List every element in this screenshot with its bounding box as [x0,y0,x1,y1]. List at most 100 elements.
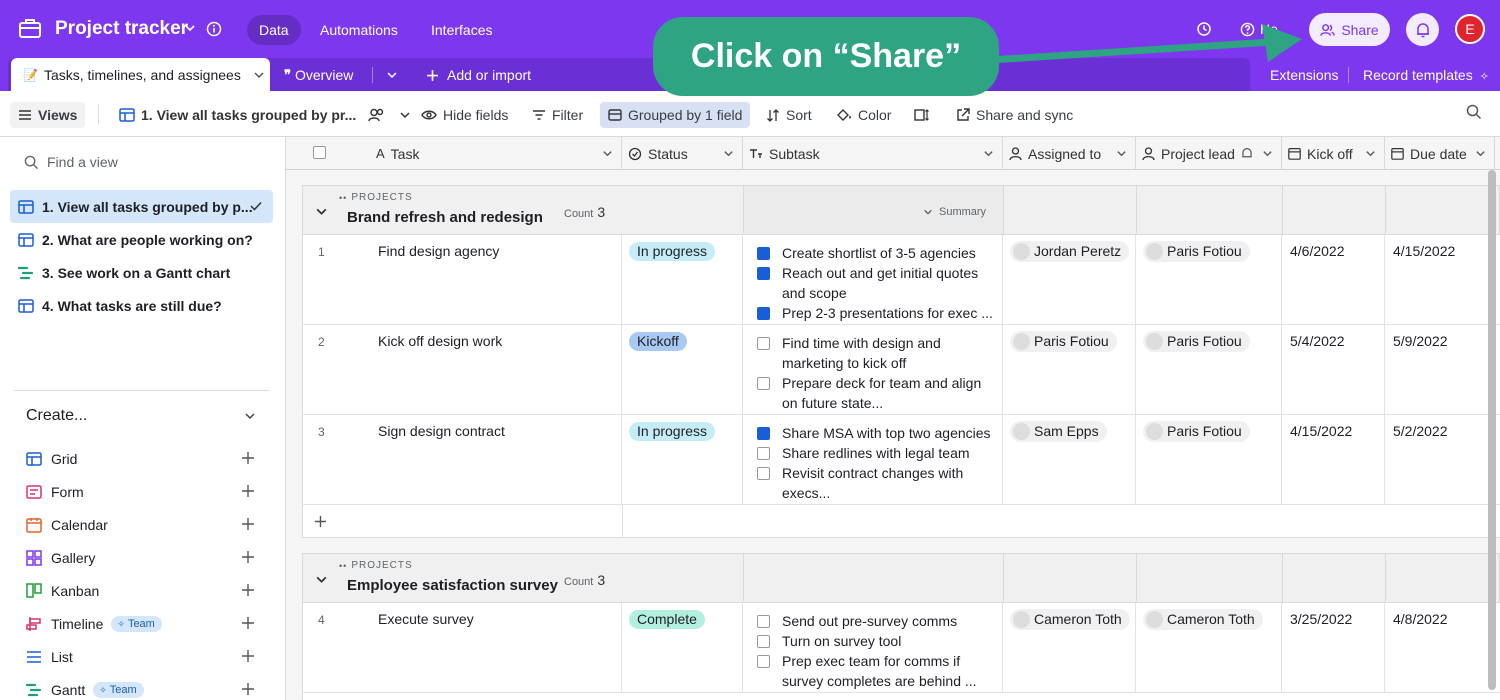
kickoff-cell[interactable]: 4/15/2022 [1282,415,1385,505]
chevron-down-icon[interactable] [244,410,256,422]
nav-tab-automations[interactable]: Automations [308,15,410,45]
user-chip[interactable]: Jordan Peretz [1010,241,1130,262]
tab-overview[interactable]: ❞ Overview [284,67,353,83]
kickoff-cell[interactable]: 4/6/2022 [1282,235,1385,325]
kickoff-cell[interactable]: 3/25/2022 [1282,603,1385,693]
task-cell[interactable]: 2 Kick off design work [303,325,622,415]
column-header-assigned-to[interactable]: Assigned to [1003,137,1136,170]
subtask-cell[interactable]: Share MSA with top two agencies Share re… [743,415,1003,505]
status-cell[interactable]: In progress [622,415,743,505]
group-header[interactable]: •• PROJECTS Brand refresh and redesign C… [302,185,1500,235]
due-date-cell[interactable]: 5/9/2022 [1385,325,1500,415]
table-row[interactable]: 4 Execute survey Complete Send out pre-s… [302,603,1500,693]
subtask-cell[interactable]: Create shortlist of 3-5 agencies Reach o… [743,235,1003,325]
chevron-down-icon[interactable] [1365,148,1376,159]
share-and-sync-button[interactable]: Share and sync [956,102,1073,128]
extensions-button[interactable]: Extensions [1270,67,1338,83]
nav-tab-data[interactable]: Data [247,15,301,45]
assigned-cell[interactable]: Paris Fotiou [1003,325,1136,415]
chevron-down-icon[interactable] [1262,148,1273,159]
kickoff-cell[interactable]: 5/4/2022 [1282,325,1385,415]
hide-fields-button[interactable]: Hide fields [421,102,508,128]
group-header[interactable]: •• PROJECTS Employee satisfaction survey… [302,553,1500,603]
checkbox-unchecked[interactable] [757,615,770,628]
checkbox-unchecked[interactable] [757,655,770,668]
due-date-cell[interactable]: 5/2/2022 [1385,415,1500,505]
due-date-cell[interactable]: 4/15/2022 [1385,235,1500,325]
project-lead-cell[interactable]: Paris Fotiou [1136,415,1282,505]
checkbox-checked[interactable] [757,267,770,280]
checkbox-checked[interactable] [757,247,770,260]
assigned-cell[interactable]: Cameron Toth [1003,603,1136,693]
column-header-status[interactable]: Status [622,137,743,170]
task-cell[interactable]: 1 Find design agency [303,235,622,325]
table-row[interactable]: 3 Sign design contract In progress Share… [302,415,1500,505]
collaborators-icon[interactable] [368,108,385,122]
user-chip[interactable]: Cameron Toth [1143,609,1263,630]
record-templates-button[interactable]: Record templates ✧ [1363,67,1489,83]
task-cell[interactable]: 3 Sign design contract [303,415,622,505]
chevron-down-icon[interactable] [315,205,328,218]
tab-tasks-table[interactable]: 📝 Tasks, timelines, and assignees [11,58,270,91]
views-button[interactable]: Views [10,102,86,128]
checkbox-unchecked[interactable] [757,447,770,460]
subtask-cell[interactable]: Find time with design and marketing to k… [743,325,1003,415]
status-cell[interactable]: In progress [622,235,743,325]
create-calendar[interactable]: Calendar [26,513,266,537]
sidebar-view-3[interactable]: 3. See work on a Gantt chart [10,256,273,289]
plus-icon[interactable] [241,550,255,564]
subtask-item[interactable]: Find time with design and [757,333,997,353]
create-gantt[interactable]: Gantt ✧ Team [26,678,266,700]
checkbox-unchecked[interactable] [757,337,770,350]
chevron-down-icon[interactable] [253,69,265,81]
chevron-down-icon[interactable] [602,148,613,159]
plus-icon[interactable] [241,484,255,498]
create-section-title[interactable]: Create... [26,407,87,425]
create-timeline[interactable]: Timeline ✧ Team [26,612,266,636]
user-chip[interactable]: Paris Fotiou [1010,331,1117,352]
user-chip[interactable]: Paris Fotiou [1143,421,1250,442]
plus-icon[interactable] [241,616,255,630]
plus-icon[interactable] [241,583,255,597]
assigned-cell[interactable]: Jordan Peretz [1003,235,1136,325]
sidebar-view-2[interactable]: 2. What are people working on? [10,223,273,256]
due-date-cell[interactable]: 4/8/2022 [1385,603,1500,693]
column-header-project-lead[interactable]: Project lead [1136,137,1282,170]
user-chip[interactable]: Sam Epps [1010,421,1107,442]
project-lead-cell[interactable]: Paris Fotiou [1136,235,1282,325]
add-or-import-button[interactable]: Add or import [426,67,531,83]
user-chip[interactable]: Paris Fotiou [1143,241,1250,262]
subtask-item[interactable]: Prep exec team for comms if [757,651,997,671]
plus-icon[interactable] [241,649,255,663]
subtask-item[interactable]: Prep 2-3 presentations for exec ... [757,303,997,323]
plus-icon[interactable] [241,517,255,531]
subtask-item[interactable]: Create shortlist of 3-5 agencies [757,243,997,263]
chevron-down-icon[interactable] [1475,148,1486,159]
color-button[interactable]: Color [836,102,891,128]
sidebar-view-4[interactable]: 4. What tasks are still due? [10,289,273,322]
column-header-task[interactable]: A Task [370,137,622,170]
column-header-kick-off[interactable]: Kick off [1282,137,1385,170]
info-icon[interactable] [206,21,222,37]
row-height-button[interactable] [914,102,930,128]
subtask-cell[interactable]: Send out pre-survey comms Turn on survey… [743,603,1003,693]
chevron-down-icon[interactable] [983,148,994,159]
nav-tab-interfaces[interactable]: Interfaces [419,15,504,45]
vertical-scrollbar[interactable] [1488,170,1496,690]
create-list[interactable]: List [26,645,266,669]
checkbox-unchecked[interactable] [757,635,770,648]
chevron-down-icon[interactable] [399,109,411,121]
subtask-item[interactable]: Turn on survey tool [757,631,997,651]
subtask-item[interactable]: Share redlines with legal team [757,443,997,463]
sidebar-view-1[interactable]: 1. View all tasks grouped by p... [10,190,273,223]
create-gallery[interactable]: Gallery [26,546,266,570]
subtask-item[interactable]: Share MSA with top two agencies [757,423,997,443]
user-chip[interactable]: Cameron Toth [1010,609,1130,630]
assigned-cell[interactable]: Sam Epps [1003,415,1136,505]
filter-button[interactable]: Filter [532,102,583,128]
plus-icon[interactable] [241,682,255,696]
checkbox-unchecked[interactable] [757,467,770,480]
project-lead-cell[interactable]: Cameron Toth [1136,603,1282,693]
chevron-down-icon[interactable] [315,573,328,586]
table-row[interactable] [302,693,1500,700]
